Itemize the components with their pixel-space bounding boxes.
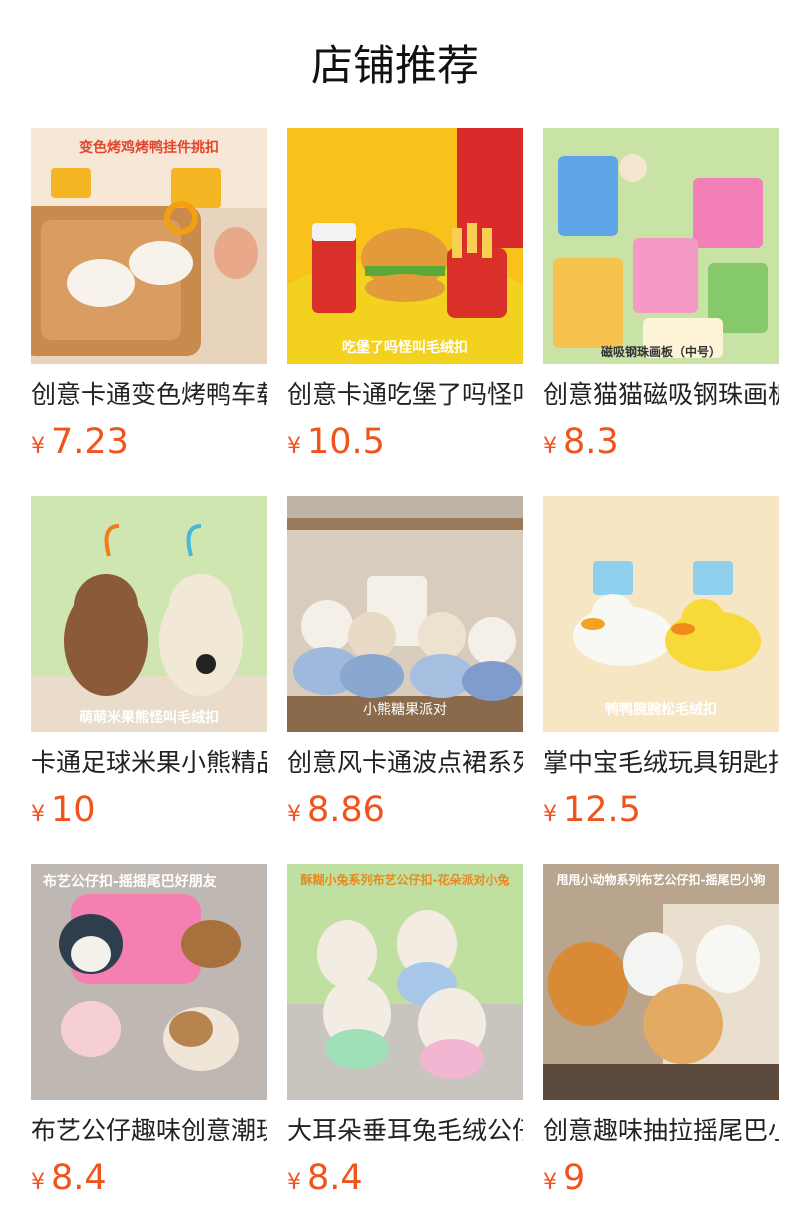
product-price: ¥8.3	[543, 422, 779, 462]
product-image[interactable]: 布艺公仔扣-摇摇尾巴好朋友	[31, 864, 267, 1100]
price-value: 7.23	[51, 422, 129, 462]
image-caption: 甩甩小动物系列布艺公仔扣-摇尾巴小狗	[556, 873, 766, 887]
dog-plush-image	[543, 904, 779, 1100]
product-card[interactable]: 甩甩小动物系列布艺公仔扣-摇尾巴小狗 创意趣味抽拉摇尾巴小狗 ¥9	[543, 864, 779, 1198]
product-card[interactable]: 变色烤鸡烤鸭挂件挑扣 创意卡通变色烤鸭车载钥匙扣 ¥7.23	[31, 128, 267, 462]
currency-symbol: ¥	[287, 802, 301, 827]
product-card[interactable]: 鸭鸭腕腕松毛绒扣 掌中宝毛绒玩具钥匙扣 ¥12.5	[543, 496, 779, 830]
image-caption: 萌萌米果熊怪叫毛绒扣	[79, 710, 219, 726]
image-caption: 布艺公仔扣-摇摇尾巴好朋友	[43, 874, 217, 890]
product-image[interactable]: 甩甩小动物系列布艺公仔扣-摇尾巴小狗	[543, 864, 779, 1100]
duck-plush-image	[573, 561, 761, 671]
product-price: ¥8.86	[287, 790, 523, 830]
price-value: 12.5	[563, 790, 641, 830]
duck-keychain-image	[31, 168, 267, 364]
product-name[interactable]: 卡通足球米果小熊精品挂件	[31, 746, 267, 780]
bead-board-image	[553, 154, 768, 358]
product-price: ¥12.5	[543, 790, 779, 830]
product-image[interactable]: 磁吸钢珠画板（中号）	[543, 128, 779, 364]
bunny-plush-image	[287, 910, 523, 1100]
product-price: ¥7.23	[31, 422, 267, 462]
price-value: 8.86	[307, 790, 385, 830]
product-card[interactable]: 小熊糖果派对 创意风卡通波点裙系列小熊 ¥8.86	[287, 496, 523, 830]
product-price: ¥8.4	[287, 1158, 523, 1198]
image-caption: 变色烤鸡烤鸭挂件挑扣	[79, 140, 219, 156]
product-name[interactable]: 大耳朵垂耳兔毛绒公仔挂件	[287, 1114, 523, 1148]
image-caption: 小熊糖果派对	[363, 702, 447, 718]
currency-symbol: ¥	[287, 1170, 301, 1195]
product-image[interactable]: 变色烤鸡烤鸭挂件挑扣	[31, 128, 267, 364]
product-price: ¥9	[543, 1158, 779, 1198]
product-price: ¥10.5	[287, 422, 523, 462]
price-value: 10	[51, 790, 96, 830]
product-name[interactable]: 布艺公仔趣味创意潮玩挂件	[31, 1114, 267, 1148]
currency-symbol: ¥	[543, 1170, 557, 1195]
animal-plush-image	[59, 894, 241, 1071]
currency-symbol: ¥	[287, 434, 301, 459]
product-image[interactable]: 萌萌米果熊怪叫毛绒扣	[31, 496, 267, 732]
bear-plush-image	[31, 524, 267, 732]
image-caption: 磁吸钢珠画板（中号）	[600, 345, 721, 359]
burger-plush-image	[287, 128, 523, 364]
price-value: 8.4	[51, 1158, 107, 1198]
product-name[interactable]: 掌中宝毛绒玩具钥匙扣	[543, 746, 779, 780]
image-caption: 酥糊小兔系列布艺公仔扣-花朵派对小兔	[300, 873, 510, 887]
product-name[interactable]: 创意风卡通波点裙系列小熊	[287, 746, 523, 780]
product-name[interactable]: 创意卡通吃堡了吗怪叫毛绒扣	[287, 378, 523, 412]
currency-symbol: ¥	[31, 802, 45, 827]
product-image[interactable]: 鸭鸭腕腕松毛绒扣	[543, 496, 779, 732]
image-caption: 鸭鸭腕腕松毛绒扣	[605, 702, 717, 718]
product-card[interactable]: 酥糊小兔系列布艺公仔扣-花朵派对小兔 大耳朵垂耳兔毛绒公仔挂件 ¥8.4	[287, 864, 523, 1198]
image-caption: 吃堡了吗怪叫毛绒扣	[342, 340, 468, 356]
product-card[interactable]: 吃堡了吗怪叫毛绒扣 创意卡通吃堡了吗怪叫毛绒扣 ¥10.5	[287, 128, 523, 462]
product-name[interactable]: 创意猫猫磁吸钢珠画板	[543, 378, 779, 412]
product-image[interactable]: 小熊糖果派对	[287, 496, 523, 732]
price-value: 8.3	[563, 422, 619, 462]
product-price: ¥8.4	[31, 1158, 267, 1198]
price-value: 10.5	[307, 422, 385, 462]
product-image[interactable]: 酥糊小兔系列布艺公仔扣-花朵派对小兔	[287, 864, 523, 1100]
product-card[interactable]: 萌萌米果熊怪叫毛绒扣 卡通足球米果小熊精品挂件 ¥10	[31, 496, 267, 830]
product-name[interactable]: 创意卡通变色烤鸭车载钥匙扣	[31, 378, 267, 412]
currency-symbol: ¥	[543, 434, 557, 459]
currency-symbol: ¥	[31, 1170, 45, 1195]
bear-dress-image	[287, 496, 523, 732]
product-card[interactable]: 布艺公仔扣-摇摇尾巴好朋友 布艺公仔趣味创意潮玩挂件 ¥8.4	[31, 864, 267, 1198]
currency-symbol: ¥	[31, 434, 45, 459]
product-price: ¥10	[31, 790, 267, 830]
price-value: 8.4	[307, 1158, 363, 1198]
section-title: 店铺推荐	[310, 41, 479, 90]
product-name[interactable]: 创意趣味抽拉摇尾巴小狗	[543, 1114, 779, 1148]
product-image[interactable]: 吃堡了吗怪叫毛绒扣	[287, 128, 523, 364]
product-card[interactable]: 磁吸钢珠画板（中号） 创意猫猫磁吸钢珠画板 ¥8.3	[543, 128, 779, 462]
currency-symbol: ¥	[543, 802, 557, 827]
price-value: 9	[563, 1158, 586, 1198]
